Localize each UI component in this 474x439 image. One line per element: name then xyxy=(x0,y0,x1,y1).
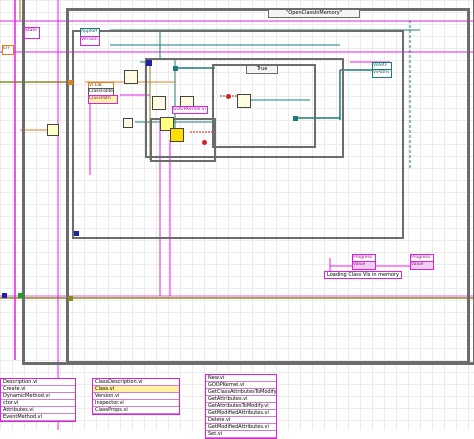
counter-terminal[interactable] xyxy=(146,60,152,66)
list-item[interactable]: Delete.vi xyxy=(206,417,276,424)
list-item[interactable]: GetAttributesToModify.vi xyxy=(206,403,276,410)
right-vi-list[interactable]: New.vi GOOPKernel.vi GetClassAttributesT… xyxy=(205,374,277,439)
loading-string-constant[interactable]: Loading Class Vis in memory xyxy=(324,271,402,279)
iteration-terminal[interactable] xyxy=(74,231,79,236)
list-item[interactable]: Class.vi xyxy=(93,386,179,393)
list-item[interactable]: Attributes.vi xyxy=(1,407,75,414)
error-terminal-red xyxy=(226,94,231,99)
inner-case-frame xyxy=(212,64,316,148)
shift-register-icon[interactable] xyxy=(47,124,59,136)
inner-case-selector[interactable]: True xyxy=(246,65,278,74)
list-item[interactable]: GetModifiedAttributes.vi xyxy=(206,410,276,417)
list-item[interactable]: Create.vi xyxy=(1,386,75,393)
error-terminal[interactable]: Err xyxy=(2,45,14,55)
tunnel-left-2[interactable] xyxy=(68,296,73,301)
classpath-node[interactable]: ClassPath xyxy=(88,95,118,104)
shift-tunnel-teal[interactable] xyxy=(173,66,178,71)
list-item[interactable]: GOOPKernel.vi xyxy=(206,382,276,389)
bundle-icon[interactable] xyxy=(237,94,251,108)
list-item[interactable]: Set.vi xyxy=(206,431,276,438)
progress-property-1[interactable]: Value xyxy=(352,261,376,270)
middle-vi-list[interactable]: ClassDescription.vi Class.vi Version.vi … xyxy=(92,378,180,415)
error-handler-icon[interactable] xyxy=(170,128,184,142)
vipaths-indicator[interactable]: ViPaths xyxy=(372,69,392,78)
state-indicator[interactable]: State xyxy=(24,27,40,39)
shift-tunnel-teal-2[interactable] xyxy=(293,116,298,121)
loop-count-terminal[interactable] xyxy=(18,293,23,298)
list-item[interactable]: GetClassAttributesToModify.vi xyxy=(206,389,276,396)
list-item[interactable]: ClassDescription.vi xyxy=(93,379,179,386)
loop-index-terminal[interactable] xyxy=(2,293,7,298)
list-item[interactable]: Inspector.vi xyxy=(93,400,179,407)
list-item[interactable]: DynamicMethod.vi xyxy=(1,393,75,400)
version-node[interactable]: Version xyxy=(80,36,100,46)
list-item[interactable]: ctor.vi xyxy=(1,400,75,407)
stop-terminal xyxy=(202,140,207,145)
list-item[interactable]: ClassProps.vi xyxy=(93,407,179,414)
list-item[interactable]: EventMethod.vi xyxy=(1,414,75,421)
tunnel-icon[interactable] xyxy=(123,118,133,128)
list-folder-icon[interactable] xyxy=(152,96,166,110)
file-open-icon[interactable] xyxy=(124,70,138,84)
list-item[interactable]: Version.vi xyxy=(93,393,179,400)
list-item[interactable]: Description.vi xyxy=(1,379,75,386)
left-vi-list[interactable]: Description.vi Create.vi DynamicMethod.v… xyxy=(0,378,76,422)
list-item[interactable]: GetAttributes.vi xyxy=(206,396,276,403)
list-item[interactable]: New.vi xyxy=(206,375,276,382)
case-selector[interactable]: "OpenClassInMemory" xyxy=(268,9,360,18)
goopkernel-constant[interactable]: GOOPKernel.vi xyxy=(172,106,208,114)
progress-property-2[interactable]: Value xyxy=(410,261,434,270)
tunnel-left-1[interactable] xyxy=(68,80,73,85)
